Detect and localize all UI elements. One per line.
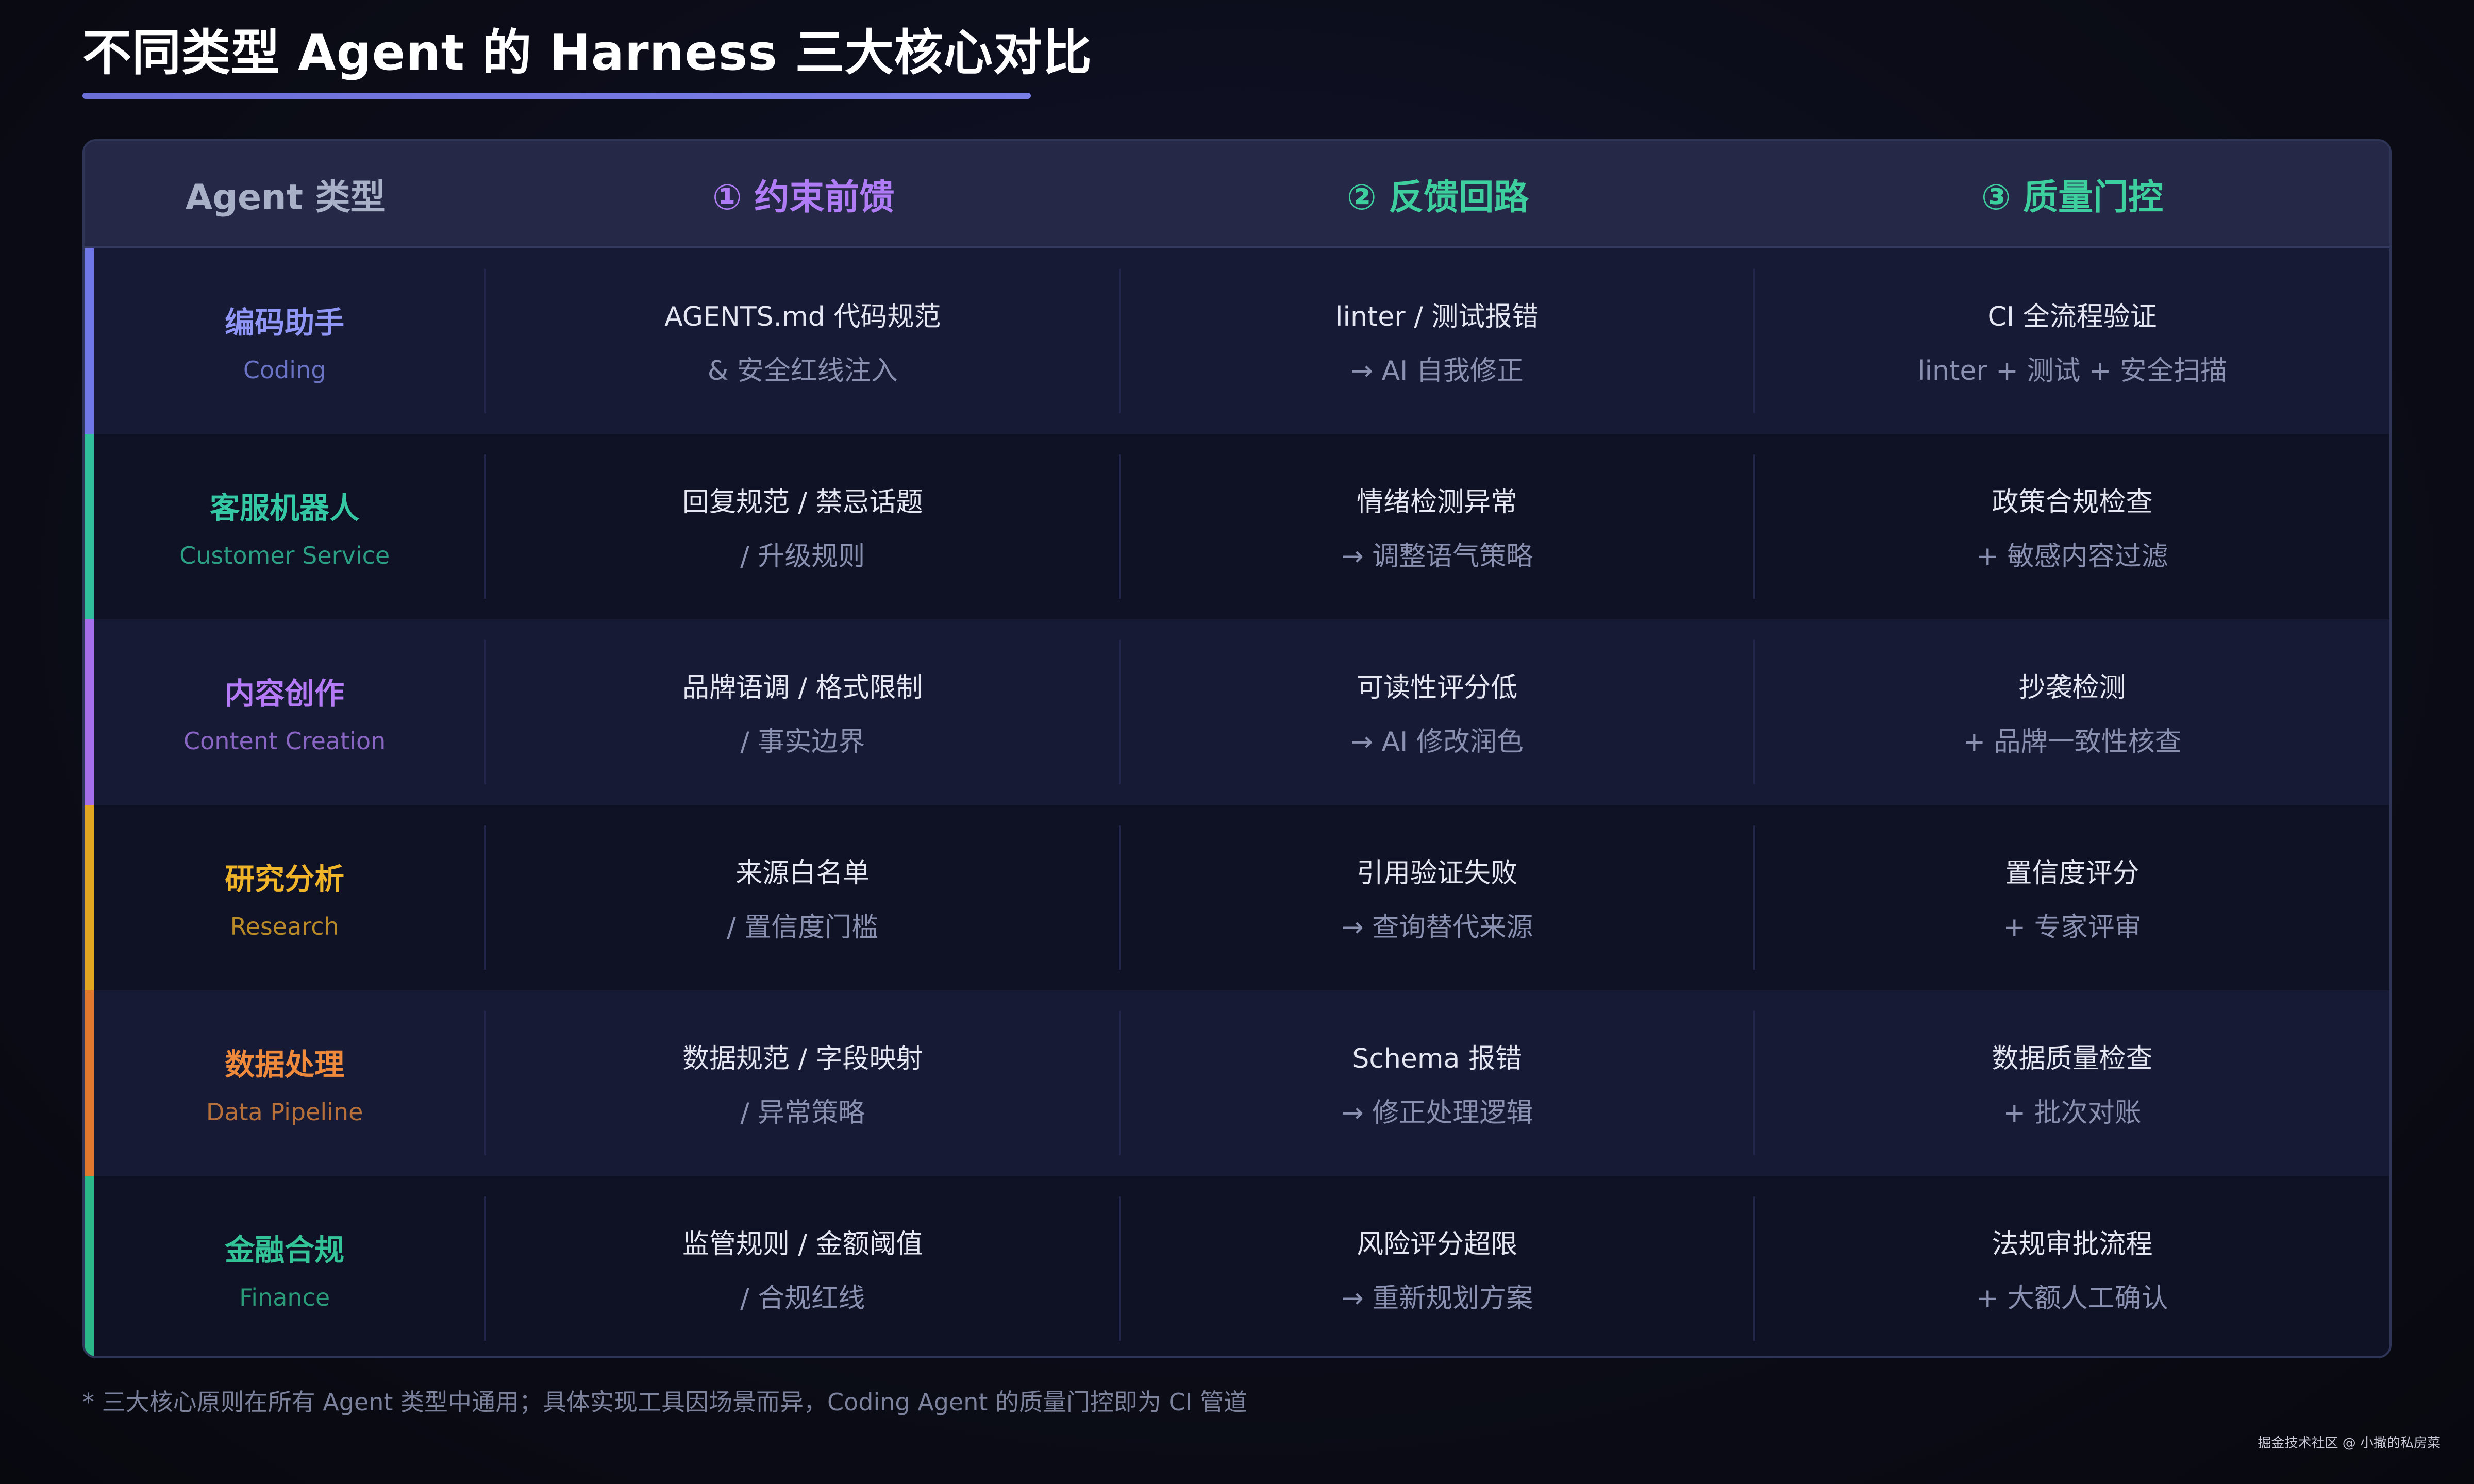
feedback-secondary: → 重新规划方案 [1341,1283,1533,1314]
constraint-cell: 回复规范 / 禁忌话题 / 升级规则 [486,454,1121,599]
quality-gate-primary: 数据质量检查 [1992,1043,2153,1074]
feedback-primary: 可读性评分低 [1357,672,1518,703]
agent-type-name: 金融合规 [225,1233,345,1268]
constraint-secondary: / 事实边界 [740,727,865,757]
quality-gate-cell: 置信度评分 + 专家评审 [1755,825,2389,970]
constraint-cell: 品牌语调 / 格式限制 / 事实边界 [486,640,1121,784]
quality-gate-cell: 抄袭检测 + 品牌一致性核查 [1755,640,2389,784]
constraint-secondary: / 合规红线 [740,1283,865,1314]
header-constraint-feedforward: ① 约束前馈 [712,177,895,218]
quality-gate-primary: CI 全流程验证 [1987,301,2157,332]
agent-type-name: 数据处理 [225,1047,345,1082]
feedback-cell: 引用验证失败 → 查询替代来源 [1121,825,1756,970]
quality-gate-secondary: + 敏感内容过滤 [1976,541,2168,572]
table-row-coding: 编码助手 Coding AGENTS.md 代码规范 & 安全红线注入 lint… [85,248,2389,434]
agent-type-cell: 编码助手 Coding [85,269,487,413]
constraint-primary: 数据规范 / 字段映射 [682,1043,923,1074]
quality-gate-primary: 置信度评分 [2005,858,2139,889]
agent-type-name: 内容创作 [225,676,345,711]
constraint-secondary: / 升级规则 [740,541,865,572]
table-row-research: 研究分析 Research 来源白名单 / 置信度门槛 引用验证失败 → 查询替… [85,805,2389,990]
header-agent-type: Agent 类型 [185,177,386,218]
page-title: 不同类型 Agent 的 Harness 三大核心对比 [82,25,1092,81]
header-feedback-loop: ② 反馈回路 [1347,177,1529,218]
table-row-customer-service: 客服机器人 Customer Service 回复规范 / 禁忌话题 / 升级规… [85,434,2389,619]
quality-gate-secondary: + 批次对账 [2003,1098,2142,1128]
quality-gate-primary: 抄袭检测 [2018,672,2126,703]
quality-gate-secondary: + 大额人工确认 [1976,1283,2168,1314]
agent-type-cell: 数据处理 Data Pipeline [85,1011,487,1155]
row-accent-bar [85,619,94,805]
feedback-cell: 情绪检测异常 → 调整语气策略 [1121,454,1756,599]
row-accent-bar [85,434,94,619]
constraint-cell: 监管规则 / 金额阈值 / 合规红线 [486,1196,1121,1341]
constraint-primary: 监管规则 / 金额阈值 [682,1229,923,1260]
quality-gate-primary: 法规审批流程 [1992,1229,2153,1260]
agent-type-en: Content Creation [183,727,386,755]
quality-gate-primary: 政策合规检查 [1992,487,2153,518]
constraint-primary: AGENTS.md 代码规范 [664,301,941,332]
feedback-secondary: → 修正处理逻辑 [1341,1098,1533,1128]
feedback-cell: linter / 测试报错 → AI 自我修正 [1121,269,1756,413]
agent-type-en: Data Pipeline [206,1098,363,1126]
feedback-primary: 风险评分超限 [1357,1229,1518,1260]
agent-type-name: 研究分析 [225,862,345,897]
watermark: 掘金技术社区 @ 小撒的私房菜 [2258,1436,2440,1451]
agent-type-en: Customer Service [179,542,390,569]
quality-gate-cell: 数据质量检查 + 批次对账 [1755,1011,2389,1155]
agent-type-en: Finance [239,1284,330,1311]
agent-type-cell: 研究分析 Research [85,825,487,970]
comparison-table: Agent 类型 ① 约束前馈 ② 反馈回路 ③ 质量门控 编码助手 Codin… [82,139,2392,1358]
row-accent-bar [85,990,94,1176]
row-accent-bar [85,805,94,990]
constraint-cell: AGENTS.md 代码规范 & 安全红线注入 [486,269,1121,413]
constraint-secondary: / 异常策略 [740,1098,865,1128]
quality-gate-secondary: + 品牌一致性核查 [1963,727,2182,757]
quality-gate-cell: 政策合规检查 + 敏感内容过滤 [1755,454,2389,599]
feedback-cell: 风险评分超限 → 重新规划方案 [1121,1196,1756,1341]
table-row-content-creation: 内容创作 Content Creation 品牌语调 / 格式限制 / 事实边界… [85,619,2389,805]
constraint-secondary: / 置信度门槛 [727,912,879,943]
table-row-finance: 金融合规 Finance 监管规则 / 金额阈值 / 合规红线 风险评分超限 →… [85,1176,2389,1356]
constraint-primary: 来源白名单 [735,858,870,889]
feedback-secondary: → AI 修改润色 [1350,727,1524,757]
row-accent-bar [85,248,94,434]
feedback-primary: Schema 报错 [1352,1043,1522,1074]
quality-gate-secondary: + 专家评审 [2003,912,2142,943]
feedback-primary: 情绪检测异常 [1357,487,1518,518]
feedback-primary: linter / 测试报错 [1335,301,1539,332]
constraint-primary: 回复规范 / 禁忌话题 [682,487,923,518]
agent-type-name: 编码助手 [225,305,345,340]
constraint-cell: 来源白名单 / 置信度门槛 [486,825,1121,970]
feedback-primary: 引用验证失败 [1357,858,1518,889]
footnote: * 三大核心原则在所有 Agent 类型中通用；具体实现工具因场景而异，Codi… [82,1388,1247,1416]
feedback-secondary: → 查询替代来源 [1341,912,1533,943]
quality-gate-cell: CI 全流程验证 linter + 测试 + 安全扫描 [1755,269,2389,413]
row-accent-bar [85,1176,94,1356]
constraint-cell: 数据规范 / 字段映射 / 异常策略 [486,1011,1121,1155]
feedback-secondary: → AI 自我修正 [1350,356,1524,386]
agent-type-en: Research [230,913,339,940]
title-underline [82,93,1031,99]
quality-gate-cell: 法规审批流程 + 大额人工确认 [1755,1196,2389,1341]
table-row-data-pipeline: 数据处理 Data Pipeline 数据规范 / 字段映射 / 异常策略 Sc… [85,990,2389,1176]
table-header: Agent 类型 ① 约束前馈 ② 反馈回路 ③ 质量门控 [85,141,2389,248]
feedback-secondary: → 调整语气策略 [1341,541,1533,572]
agent-type-name: 客服机器人 [210,491,360,526]
feedback-cell: 可读性评分低 → AI 修改润色 [1121,640,1756,784]
header-quality-gate: ③ 质量门控 [1981,177,2164,218]
agent-type-cell: 金融合规 Finance [85,1196,487,1341]
quality-gate-secondary: linter + 测试 + 安全扫描 [1917,356,2227,386]
constraint-primary: 品牌语调 / 格式限制 [682,672,923,703]
feedback-cell: Schema 报错 → 修正处理逻辑 [1121,1011,1756,1155]
agent-type-cell: 客服机器人 Customer Service [85,454,487,599]
agent-type-cell: 内容创作 Content Creation [85,640,487,784]
constraint-secondary: & 安全红线注入 [707,356,898,386]
agent-type-en: Coding [243,356,326,384]
